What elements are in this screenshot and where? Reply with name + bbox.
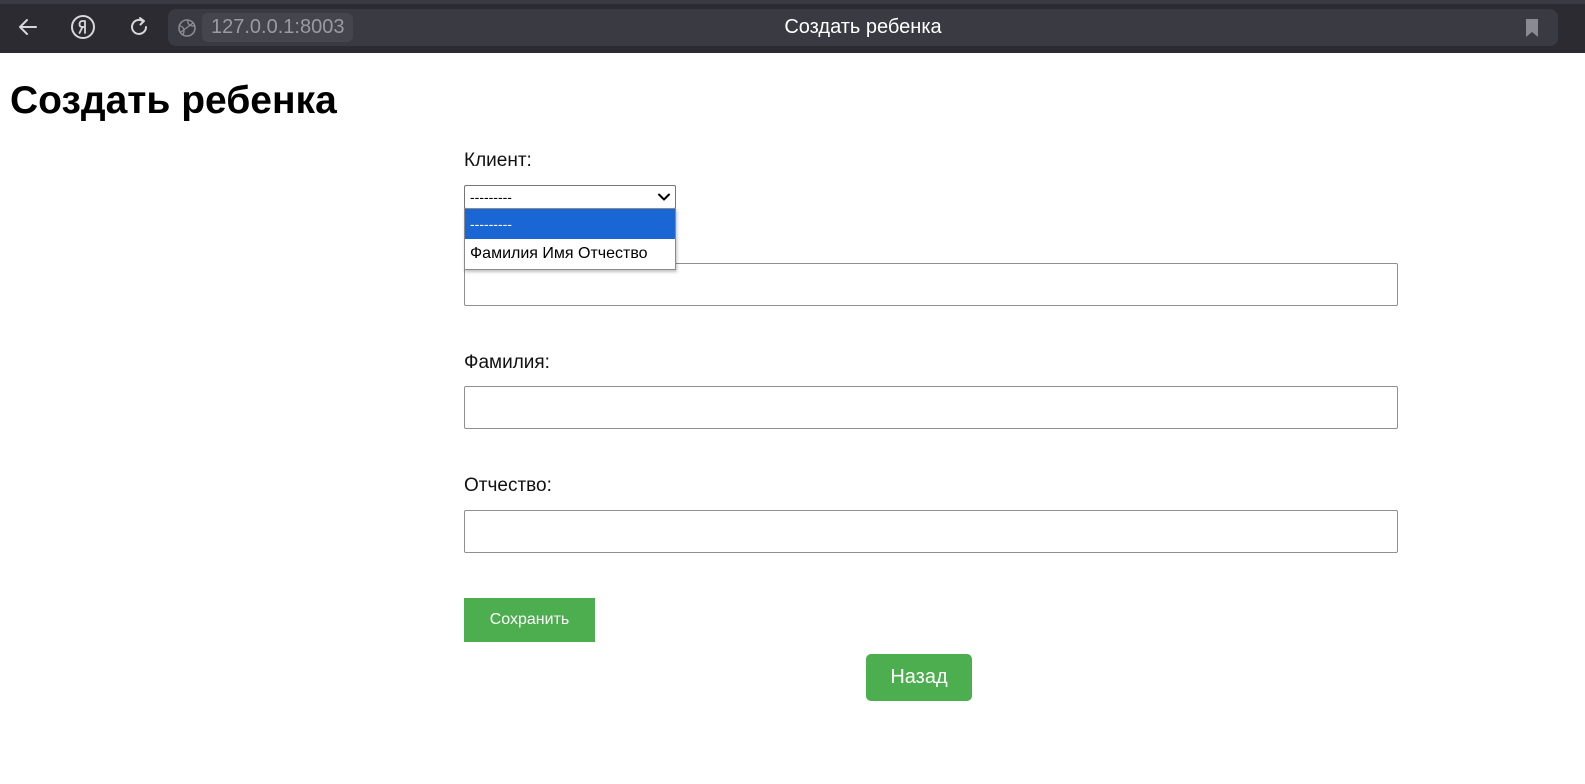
browser-toolbar: Создать ребенка 127.0.0.1:8003 <box>0 0 1585 53</box>
last-name-input[interactable] <box>464 386 1398 429</box>
chevron-down-icon <box>658 193 670 201</box>
back-button[interactable]: Назад <box>866 654 972 701</box>
reload-icon[interactable] <box>122 10 156 44</box>
back-arrow-icon[interactable] <box>11 10 45 44</box>
client-label: Клиент: <box>464 150 532 171</box>
url-text[interactable]: 127.0.0.1:8003 <box>202 13 354 42</box>
bookmark-icon[interactable] <box>1524 18 1540 38</box>
dropdown-option-empty[interactable]: --------- <box>465 209 675 239</box>
patronymic-label: Отчество: <box>464 475 552 496</box>
yandex-logo-icon[interactable] <box>66 10 100 44</box>
client-select[interactable]: --------- <box>464 185 676 209</box>
patronymic-input[interactable] <box>464 510 1398 553</box>
save-button[interactable]: Сохранить <box>464 598 595 642</box>
window-top-strip <box>0 0 1585 4</box>
globe-icon[interactable] <box>176 17 198 39</box>
address-bar[interactable]: Создать ребенка 127.0.0.1:8003 <box>168 9 1558 46</box>
dropdown-option-client[interactable]: Фамилия Имя Отчество <box>465 239 675 269</box>
last-name-label: Фамилия: <box>464 352 550 373</box>
tab-title: Создать ребенка <box>784 16 942 38</box>
page-title: Создать ребенка <box>10 79 337 122</box>
client-dropdown-list: --------- Фамилия Имя Отчество <box>464 208 676 270</box>
client-select-value: --------- <box>470 189 512 205</box>
